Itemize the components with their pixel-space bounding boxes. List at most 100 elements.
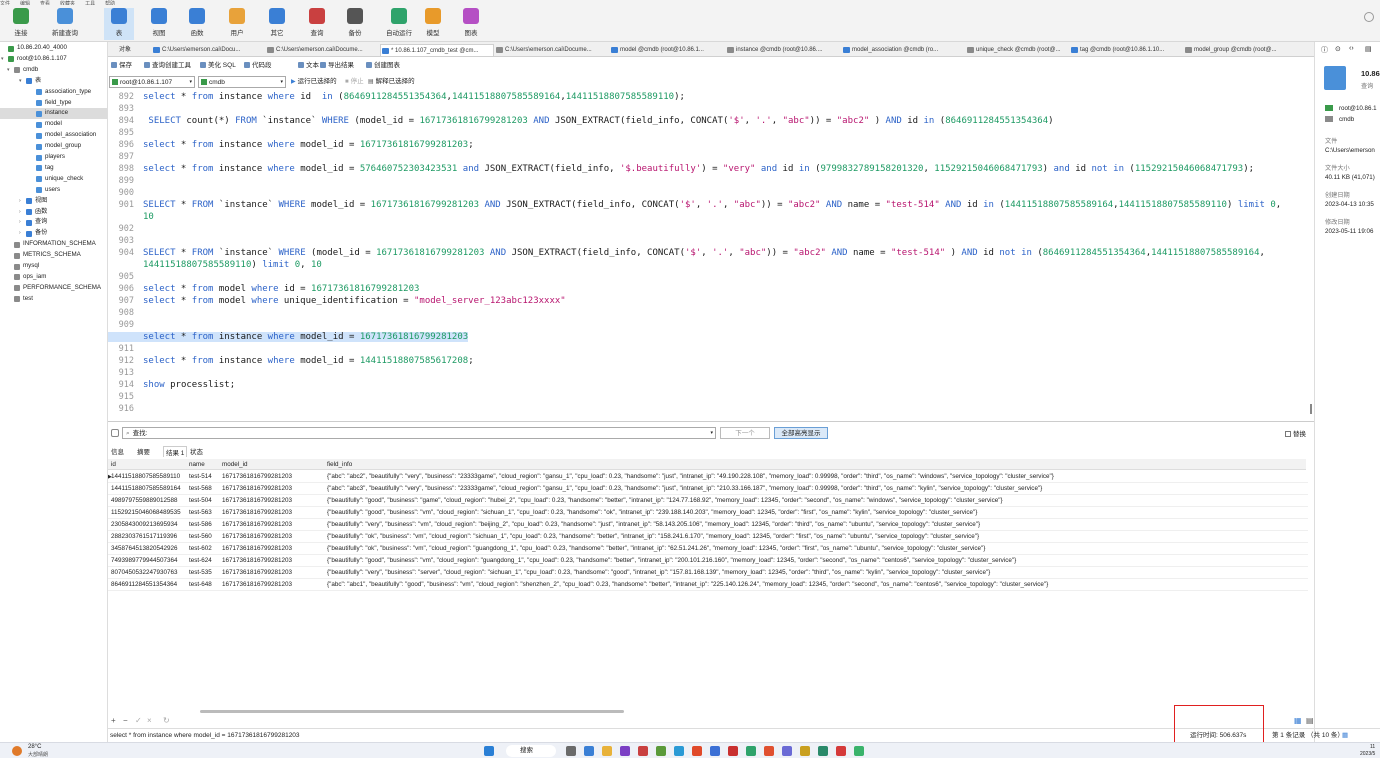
column-header-model_id[interactable]: model_id [219,459,325,470]
table-row[interactable]: 2882303761517119396 test-560 1671736181679… [108,531,1308,543]
connection-select[interactable]: root@10.86.1.107 ▾ [109,76,195,88]
subtoolbar-button-1[interactable]: 查询创建工具 [144,58,191,73]
conbar-explain-button[interactable]: ▤ 解释已选择的 [368,74,415,90]
profile-icon[interactable] [1364,12,1374,22]
tree-item[interactable]: › 查询 [0,217,107,228]
cell-field_info[interactable]: {"beautifully": "ok", "business": "vm", … [327,543,1307,554]
app-icon[interactable] [818,746,828,756]
conbar-run-button[interactable]: ▶ 运行已选择的 [291,74,337,90]
cell-id[interactable]: 2882303761517119396 [111,531,187,542]
tree-item[interactable]: METRICS_SCHEMA [0,250,107,261]
expand-icon[interactable]: › [19,207,21,218]
cell-name[interactable]: test-602 [189,543,221,554]
code-line[interactable]: SELECT count(*) FROM `instance` WHERE (m… [143,116,1053,126]
tree-item[interactable]: unique_check [0,174,107,185]
onenote-icon[interactable] [620,746,630,756]
cell-id[interactable]: 11529215046068489535 [111,507,187,518]
result-tab-2[interactable]: 结果 1 [163,446,188,457]
cell-model_id[interactable]: 16717361816799281203 [222,579,326,590]
outlook-icon[interactable] [782,746,792,756]
tree-item[interactable]: field_type [0,98,107,109]
tree-item[interactable]: mysql [0,261,107,272]
tree-item[interactable]: ▾ root@10.86.1.107 [0,54,107,65]
expand-icon[interactable]: ▾ [19,76,22,87]
result-tab-3[interactable]: 状态 [190,446,203,456]
toolbar-button-4[interactable]: 函数 [182,8,212,40]
toolbar-button-2[interactable]: 表 [104,8,134,40]
expand-icon[interactable]: › [19,217,21,228]
find-next-button[interactable]: 下一个 [720,427,770,439]
cell-name[interactable]: test-560 [189,531,221,542]
table-row[interactable]: 8646911284551354364 test-648 1671736181679… [108,579,1308,591]
cell-model_id[interactable]: 16717361816799281203 [222,555,326,566]
table-row[interactable]: 4989797559889012588 test-504 1671736181679… [108,495,1308,507]
cell-model_id[interactable]: 16717361816799281203 [222,483,326,494]
result-grid[interactable]: id name model_id field_info ▶ 144115188075855… [108,459,1310,719]
subtoolbar-button-2[interactable]: 美化 SQL [200,58,236,73]
ddl-icon[interactable]: ⊙ [1335,45,1341,53]
cell-id[interactable]: 2305843009213695934 [111,519,187,530]
cell-model_id[interactable]: 16717361816799281203 [222,471,326,482]
cell-model_id[interactable]: 16717361816799281203 [222,519,326,530]
table-row[interactable]: 7493989779944507364 test-624 1671736181679… [108,555,1308,567]
tab-2[interactable]: C:\Users\emerson.cai\Docume... [266,44,378,56]
cell-id[interactable]: 8070450532247930763 [111,567,187,578]
menu-item-5[interactable]: 帮助 [105,1,115,5]
toolbar-button-11[interactable]: 图表 [456,8,486,40]
toolbar-button-10[interactable]: 模型 [418,8,448,40]
cell-id[interactable]: 14411518807585589164 [111,483,187,494]
code-icon[interactable]: ‹› [1349,45,1354,52]
toolbar-button-8[interactable]: 备份 [340,8,370,40]
code-line[interactable]: 10 [143,212,154,222]
tree-item[interactable]: › 函数 [0,207,107,218]
cell-name[interactable]: test-586 [189,519,221,530]
toolbar-button-9[interactable]: 自动运行 [378,8,420,40]
wechat-icon[interactable] [854,746,864,756]
app-icon[interactable] [764,746,774,756]
tree-item[interactable]: ops_iam [0,272,107,283]
tree-item[interactable]: model_group [0,141,107,152]
refresh-icon[interactable]: ↻ [163,716,170,725]
menu-item-2[interactable]: 查看 [40,1,50,5]
cell-field_info[interactable]: {"beautifully": "good", "business": "gam… [327,495,1307,506]
cell-model_id[interactable]: 16717361816799281203 [222,531,326,542]
cell-model_id[interactable]: 16717361816799281203 [222,507,326,518]
menu-item-1[interactable]: 编辑 [20,1,30,5]
app-icon[interactable] [692,746,702,756]
cell-field_info[interactable]: {"beautifully": "good", "business": "vm"… [327,507,1307,518]
apply-icon[interactable]: ✓ [135,716,142,725]
menu-item-3[interactable]: 收藏夹 [60,1,75,5]
cell-name[interactable]: test-504 [189,495,221,506]
cell-name[interactable]: test-563 [189,507,221,518]
tree-item[interactable]: association_type [0,87,107,98]
tree-item[interactable]: › 视图 [0,196,107,207]
toolbar-button-5[interactable]: 用户 [222,8,252,40]
code-line[interactable]: select * from model where unique_identif… [143,296,566,306]
subtoolbar-button-5[interactable]: 导出结果 [320,58,354,73]
tree-item[interactable]: test [0,294,107,305]
taskbar-search[interactable]: 搜索 [506,745,556,757]
expand-icon[interactable]: ▾ [1,54,4,65]
cell-name[interactable]: test-568 [189,483,221,494]
tab-5[interactable]: model @cmdb (root@10.86.1... [610,44,724,56]
cell-model_id[interactable]: 16717361816799281203 [222,543,326,554]
app-icon[interactable] [710,746,720,756]
toolbar-button-1[interactable]: 新建查询 [44,8,86,40]
tab-7[interactable]: model_association @cmdb (ro... [842,44,964,56]
task-view-icon[interactable] [566,746,576,756]
grid-mode-icon[interactable]: ▦ [1342,729,1348,743]
column-header-field_info[interactable]: field_info [324,459,1306,470]
app-icon[interactable] [836,746,846,756]
cell-field_info[interactable]: {"beautifully": "ok", "business": "vm", … [327,531,1307,542]
tree-item[interactable]: instance [0,108,107,120]
code-line[interactable]: select * from instance where model_id = … [143,356,474,366]
splitter[interactable] [108,421,1314,422]
tab-3[interactable]: * 10.86.1.107_cmdb_test @cm... [380,44,494,56]
explorer-icon[interactable] [602,746,612,756]
close-find-icon[interactable] [111,429,119,437]
windows-start-icon[interactable] [484,746,494,756]
tree-item[interactable]: model [0,119,107,130]
tab-10[interactable]: model_group @cmdb (root@... [1184,44,1302,56]
code-line[interactable]: select * from instance where model_id = … [143,140,474,150]
column-header-name[interactable]: name [186,459,220,470]
